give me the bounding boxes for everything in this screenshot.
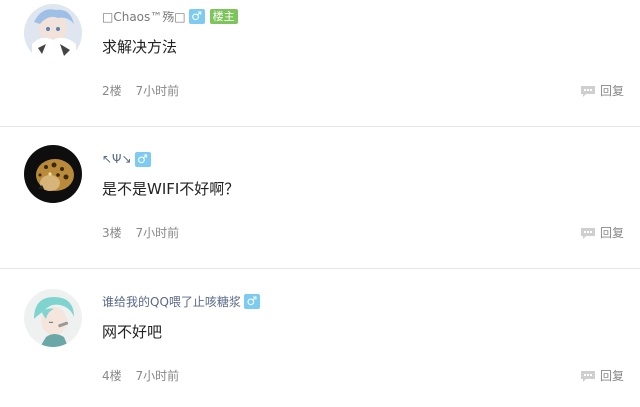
comment-meta: □Chaos™殇□ ♂ 楼主	[102, 8, 238, 24]
reply-button[interactable]: 回复	[580, 82, 624, 99]
reply-icon	[580, 227, 596, 239]
timestamp: 7小时前	[135, 84, 180, 98]
comment-meta: 谁给我的QQ喂了止咳糖浆 ♂	[102, 293, 260, 309]
male-icon: ♂	[188, 8, 205, 24]
comment-footer: 4楼 7小时前	[102, 367, 179, 384]
avatar[interactable]	[24, 145, 82, 203]
reply-button[interactable]: 回复	[580, 367, 624, 384]
username[interactable]: ↖Ψ↘	[102, 152, 132, 166]
reply-icon	[580, 85, 596, 97]
male-icon: ♂	[243, 293, 260, 309]
comment-text: 求解决方法	[102, 38, 178, 56]
male-icon: ♂	[134, 151, 151, 167]
comment-text: 是不是WIFI不好啊？	[102, 180, 240, 198]
avatar[interactable]	[24, 289, 82, 347]
timestamp: 7小时前	[135, 226, 180, 240]
reply-icon	[580, 370, 596, 382]
reply-button[interactable]: 回复	[580, 224, 624, 241]
floor-number: 2楼	[102, 84, 122, 98]
username[interactable]: □Chaos™殇□	[102, 8, 186, 25]
comment-footer: 2楼 7小时前	[102, 82, 179, 99]
comment-meta: ↖Ψ↘ ♂	[102, 151, 151, 167]
reply-label: 回复	[599, 226, 624, 240]
floor-number: 3楼	[102, 226, 122, 240]
username[interactable]: 谁给我的QQ喂了止咳糖浆	[102, 293, 241, 310]
reply-label: 回复	[599, 84, 624, 98]
comment-item: ↖Ψ↘ ♂ 是不是WIFI不好啊？ 3楼 7小时前 回复	[0, 127, 640, 268]
host-badge: 楼主	[209, 8, 238, 24]
comment-footer: 3楼 7小时前	[102, 224, 179, 241]
reply-label: 回复	[599, 369, 624, 383]
avatar[interactable]	[24, 4, 82, 62]
comment-item: 谁给我的QQ喂了止咳糖浆 ♂ 网不好吧 4楼 7小时前 回复	[0, 269, 640, 407]
floor-number: 4楼	[102, 369, 122, 383]
timestamp: 7小时前	[135, 369, 180, 383]
comment-item: □Chaos™殇□ ♂ 楼主 求解决方法 2楼 7小时前 回复	[0, 0, 640, 126]
comment-text: 网不好吧	[102, 323, 163, 341]
